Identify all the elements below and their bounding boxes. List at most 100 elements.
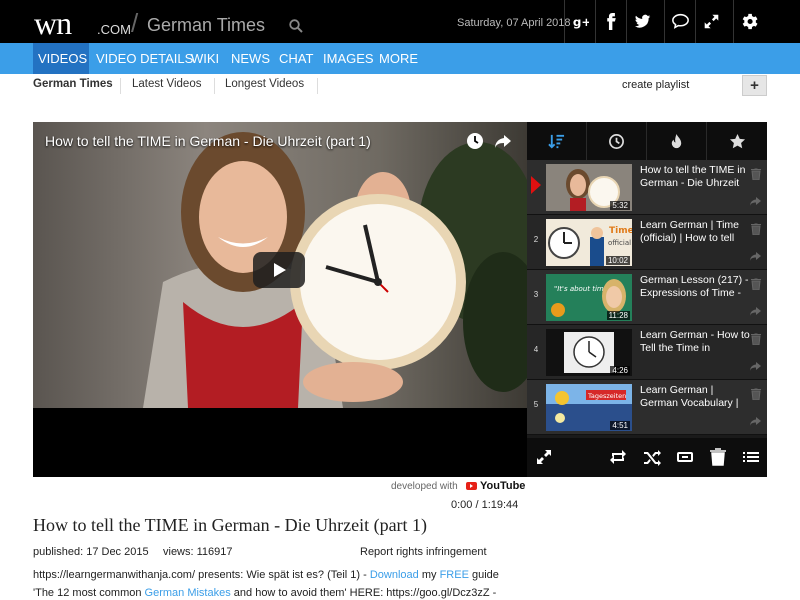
facebook-button[interactable] bbox=[595, 0, 626, 43]
share-icon[interactable] bbox=[749, 306, 762, 317]
german-mistakes-link[interactable]: German Mistakes bbox=[145, 587, 231, 599]
logo-suffix: .COM bbox=[97, 22, 131, 37]
developed-with-text: developed with bbox=[391, 481, 458, 492]
subtab-longest-videos[interactable]: Longest Videos bbox=[225, 78, 304, 90]
site-name[interactable]: German Times bbox=[147, 15, 265, 36]
playlist-panel: 5:32 How to tell the TIME in German - Di… bbox=[527, 122, 767, 477]
youtube-icon bbox=[466, 482, 477, 490]
sort-icon bbox=[548, 134, 565, 149]
svg-text:g+: g+ bbox=[572, 15, 588, 29]
search-icon[interactable] bbox=[289, 19, 303, 33]
playlist-item-title[interactable]: Learn German | German Vocabulary | bbox=[640, 384, 750, 410]
video-overlay-title[interactable]: How to tell the TIME in German - Die Uhr… bbox=[45, 133, 371, 149]
playlist-thumbnail: Tageszeiten 4:51 bbox=[546, 384, 632, 431]
top-header: wn .COM / German Times Saturday, 07 Apri… bbox=[0, 0, 800, 43]
play-icon bbox=[274, 263, 286, 277]
time-counter: 0:00 / 1:19:44 bbox=[451, 499, 519, 511]
playlist-item-title[interactable]: Learn German - How to Tell the Time in bbox=[640, 329, 750, 355]
download-link[interactable]: Download bbox=[370, 569, 419, 581]
playlist-number: 2 bbox=[533, 235, 539, 244]
share-icon[interactable] bbox=[749, 251, 762, 262]
nav-news[interactable]: NEWS bbox=[226, 43, 275, 74]
tab-trending[interactable] bbox=[647, 122, 707, 160]
playlist-duration: 4:51 bbox=[610, 421, 630, 430]
playlist-number: 3 bbox=[533, 290, 539, 299]
site-logo[interactable]: wn bbox=[34, 5, 72, 42]
nav-chat[interactable]: CHAT bbox=[274, 43, 318, 74]
expand-icon[interactable] bbox=[535, 448, 553, 466]
play-button[interactable] bbox=[253, 252, 305, 288]
playlist-item[interactable]: 4 4:26 Learn German - How to Tell the Ti… bbox=[527, 325, 767, 380]
trash-icon[interactable] bbox=[751, 223, 761, 235]
share-icon[interactable] bbox=[749, 196, 762, 207]
settings-button[interactable] bbox=[733, 0, 764, 43]
report-rights-link[interactable]: Report rights infringement bbox=[360, 546, 487, 558]
star-icon bbox=[729, 133, 745, 148]
subtab-divider bbox=[317, 78, 318, 94]
tab-favorites[interactable] bbox=[707, 122, 767, 160]
playlist-tabs bbox=[527, 122, 767, 160]
flame-icon bbox=[671, 133, 682, 148]
svg-text:official: official bbox=[608, 239, 631, 247]
logo-slash: / bbox=[131, 8, 139, 38]
trash-icon[interactable] bbox=[751, 278, 761, 290]
subtab-divider bbox=[120, 78, 121, 94]
watch-later-icon[interactable] bbox=[466, 132, 484, 150]
description-line-2: 'The 12 most common German Mistakes and … bbox=[33, 587, 497, 599]
playlist-item[interactable]: 2 Time official 10:02 Learn German | Time… bbox=[527, 215, 767, 270]
description-line-1: https://learngermanwithanja.com/ present… bbox=[33, 569, 499, 581]
view-count: views: 116917 bbox=[163, 546, 233, 558]
subtab-divider bbox=[214, 78, 215, 94]
video-frame[interactable]: How to tell the TIME in German - Die Uhr… bbox=[33, 122, 527, 408]
trash-icon[interactable] bbox=[751, 168, 761, 180]
twitter-button[interactable] bbox=[626, 0, 657, 43]
google-plus-icon: g+ bbox=[572, 15, 588, 29]
playlist-number: 4 bbox=[533, 345, 539, 354]
nav-video-details[interactable]: VIDEO DETAILS bbox=[91, 43, 198, 74]
playlist-duration: 11:28 bbox=[606, 311, 630, 320]
nav-videos[interactable]: VIDEOS bbox=[33, 43, 89, 74]
tab-sort[interactable] bbox=[527, 122, 587, 160]
playlist-item-title[interactable]: Learn German | Time (official) | How to … bbox=[640, 219, 750, 245]
create-playlist-link[interactable]: create playlist bbox=[622, 79, 689, 91]
video-player[interactable]: How to tell the TIME in German - Die Uhr… bbox=[33, 122, 527, 477]
repeat-icon[interactable] bbox=[609, 448, 627, 466]
svg-text:Time: Time bbox=[609, 226, 632, 236]
list-icon[interactable] bbox=[742, 448, 760, 466]
nav-images[interactable]: IMAGES bbox=[318, 43, 379, 74]
playlist-duration: 5:32 bbox=[610, 201, 630, 210]
share-icon[interactable] bbox=[749, 361, 762, 372]
playlist-item[interactable]: 3 "It's about time!!" 11:28 German Lesso… bbox=[527, 270, 767, 325]
loop-icon[interactable] bbox=[676, 448, 694, 466]
main-nav: VIDEOS VIDEO DETAILS WIKI NEWS CHAT IMAG… bbox=[0, 43, 800, 74]
trash-icon[interactable] bbox=[709, 448, 727, 466]
subtab-latest-videos[interactable]: Latest Videos bbox=[132, 78, 201, 90]
youtube-logo[interactable]: YouTube bbox=[466, 480, 525, 492]
chat-button[interactable] bbox=[664, 0, 695, 43]
playlist-item[interactable]: 5 Tageszeiten 4:51 Learn German | German… bbox=[527, 380, 767, 435]
playlist-item[interactable]: 5:32 How to tell the TIME in German - Di… bbox=[527, 160, 767, 215]
share-icon[interactable] bbox=[494, 132, 512, 150]
share-icon[interactable] bbox=[749, 416, 762, 427]
facebook-icon bbox=[606, 13, 616, 30]
youtube-text: YouTube bbox=[480, 480, 526, 492]
fullscreen-button[interactable] bbox=[695, 0, 726, 43]
svg-text:Tageszeiten: Tageszeiten bbox=[587, 392, 626, 400]
playlist-thumbnail: "It's about time!!" 11:28 bbox=[546, 274, 632, 321]
trash-icon[interactable] bbox=[751, 388, 761, 400]
nav-more[interactable]: MORE bbox=[374, 43, 423, 74]
google-plus-button[interactable]: g+ bbox=[564, 0, 595, 43]
nav-wiki[interactable]: WIKI bbox=[186, 43, 224, 74]
subtab-german-times[interactable]: German Times bbox=[33, 78, 113, 90]
playlist-item-title[interactable]: How to tell the TIME in German - Die Uhr… bbox=[640, 164, 750, 190]
shuffle-icon[interactable] bbox=[643, 448, 661, 466]
tab-recent[interactable] bbox=[587, 122, 647, 160]
playlist-thumbnail: Time official 10:02 bbox=[546, 219, 632, 266]
playlist-item-title[interactable]: German Lesson (217) - Expressions of Tim… bbox=[640, 274, 750, 300]
now-playing-marker bbox=[531, 176, 541, 194]
free-link[interactable]: FREE bbox=[440, 569, 469, 581]
playlist-controls bbox=[527, 438, 767, 477]
trash-icon[interactable] bbox=[751, 333, 761, 345]
add-playlist-button[interactable]: + bbox=[742, 75, 767, 96]
clock-icon bbox=[609, 133, 624, 149]
